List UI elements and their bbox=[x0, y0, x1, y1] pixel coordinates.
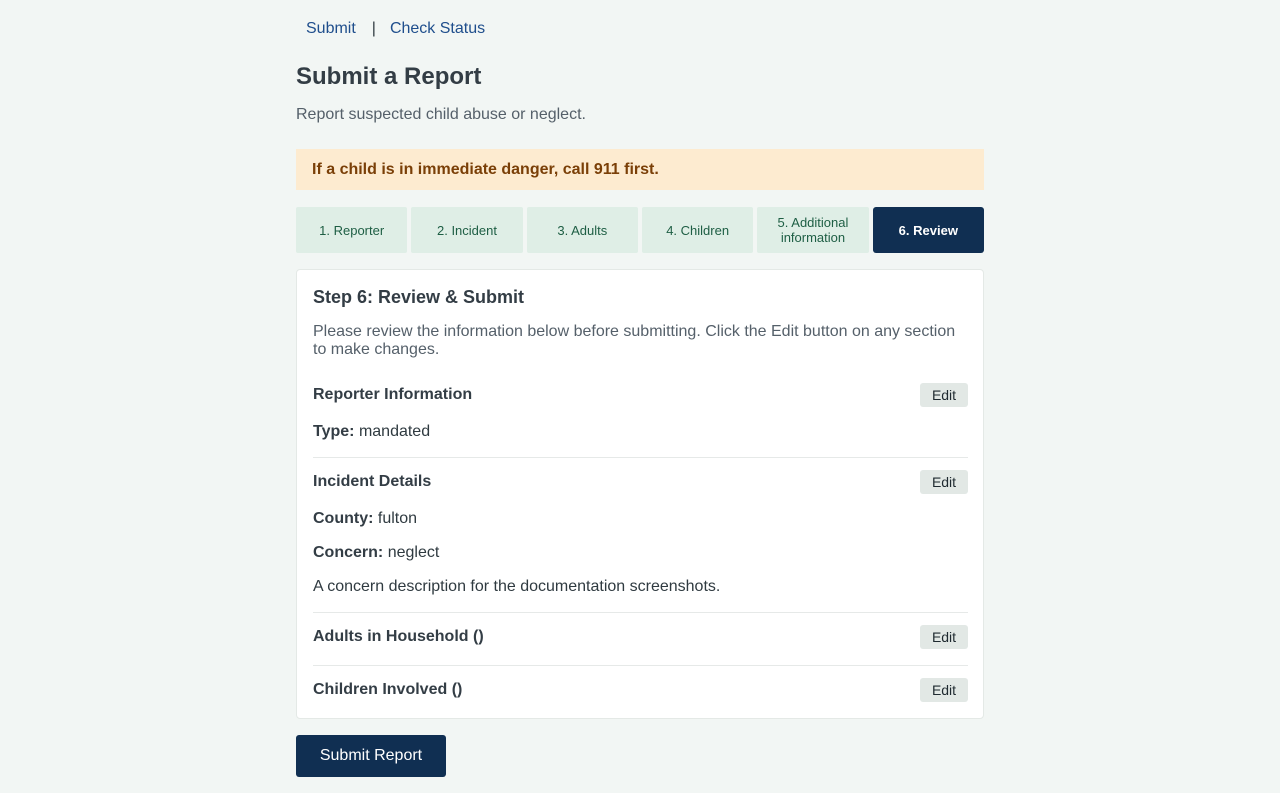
submit-report-button[interactable]: Submit Report bbox=[296, 735, 446, 777]
nav-check-status-link[interactable]: Check Status bbox=[390, 20, 485, 38]
nav-submit-link[interactable]: Submit bbox=[306, 20, 356, 38]
children-section-title: Children Involved () bbox=[313, 681, 463, 698]
step-tab-additional-information[interactable]: 5. Additional information bbox=[757, 207, 869, 253]
incident-section-title: Incident Details bbox=[313, 473, 432, 490]
reporter-type-label: Type: bbox=[313, 423, 355, 440]
step-tab-reporter[interactable]: 1. Reporter bbox=[296, 207, 408, 253]
step-tab-children[interactable]: 4. Children bbox=[641, 207, 754, 253]
section-divider bbox=[313, 457, 968, 458]
incident-county-label: County: bbox=[313, 510, 374, 527]
edit-reporter-button[interactable]: Edit bbox=[920, 383, 968, 407]
review-card: Step 6: Review & Submit Please review th… bbox=[296, 269, 984, 719]
review-heading: Step 6: Review & Submit bbox=[313, 287, 525, 307]
reporter-type-value: mandated bbox=[358, 423, 431, 440]
edit-adults-button[interactable]: Edit bbox=[920, 625, 968, 649]
adults-section-header: Adults in Household () Edit bbox=[313, 625, 968, 649]
incident-county-value: fulton bbox=[377, 510, 418, 527]
incident-county-field: County: fulton bbox=[313, 510, 417, 528]
reporter-section-header: Reporter Information Edit bbox=[313, 383, 968, 407]
review-intro: Please review the information below befo… bbox=[313, 323, 956, 358]
section-divider bbox=[313, 665, 968, 666]
incident-description: A concern description for the documentat… bbox=[313, 578, 721, 595]
incident-concern-field: Concern: neglect bbox=[313, 544, 439, 562]
step-tabs: 1. Reporter 2. Incident 3. Adults 4. Chi… bbox=[296, 207, 984, 253]
step-tab-adults[interactable]: 3. Adults bbox=[526, 207, 638, 253]
incident-section-header: Incident Details Edit bbox=[313, 470, 968, 494]
page-subtitle: Report suspected child abuse or neglect. bbox=[296, 106, 586, 123]
edit-children-button[interactable]: Edit bbox=[920, 678, 968, 702]
incident-concern-value: neglect bbox=[387, 544, 440, 561]
nav-separator: | bbox=[371, 20, 376, 37]
children-section-header: Children Involved () Edit bbox=[313, 678, 968, 702]
top-nav: Submit | Check Status bbox=[306, 20, 485, 38]
step-tab-review[interactable]: 6. Review bbox=[872, 207, 984, 253]
reporter-section-title: Reporter Information bbox=[313, 386, 473, 403]
reporter-type-field: Type: mandated bbox=[313, 423, 430, 441]
page-title: Submit a Report bbox=[296, 63, 482, 90]
emergency-alert: If a child is in immediate danger, call … bbox=[296, 149, 984, 190]
step-tab-incident[interactable]: 2. Incident bbox=[411, 207, 523, 253]
edit-incident-button[interactable]: Edit bbox=[920, 470, 968, 494]
adults-section-title: Adults in Household () bbox=[313, 628, 484, 645]
incident-concern-label: Concern: bbox=[313, 544, 384, 561]
section-divider bbox=[313, 612, 968, 613]
